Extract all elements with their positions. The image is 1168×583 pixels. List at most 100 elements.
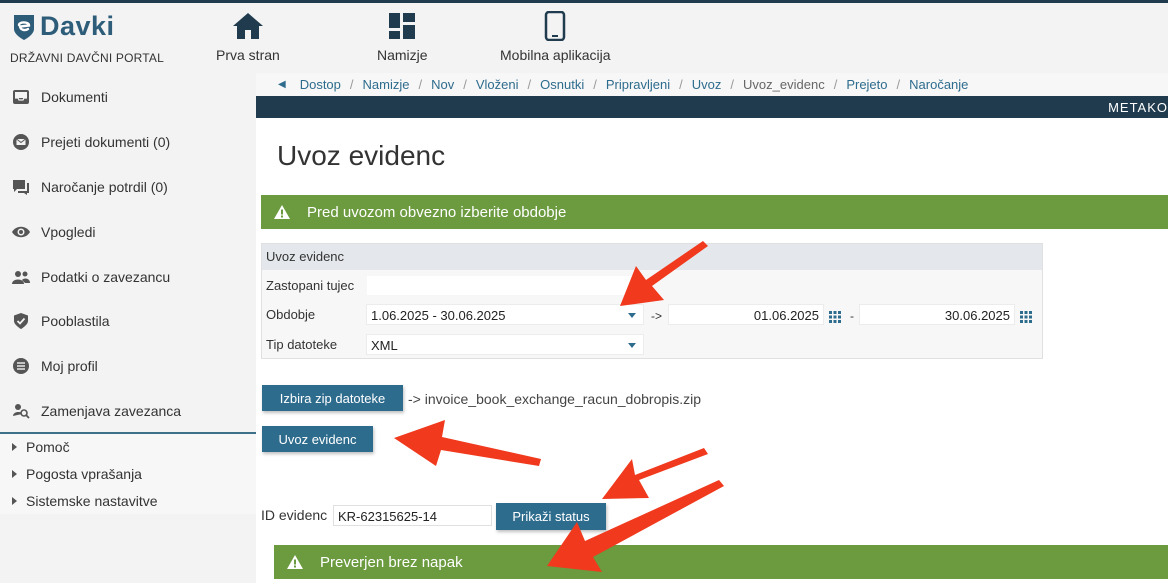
dashboard-icon xyxy=(389,13,416,39)
sidebar-item-label: Podatki o zavezancu xyxy=(41,269,171,285)
select-value: 1.06.2025 - 30.06.2025 xyxy=(371,308,506,323)
sidebar-link-label: Sistemske nastavitve xyxy=(26,493,158,509)
breadcrumb-item[interactable]: Pripravljeni xyxy=(606,77,670,92)
sidebar-link-pomoc[interactable]: Pomoč xyxy=(12,439,70,455)
import-evidenc-button[interactable]: Uvoz evidenc xyxy=(262,426,373,452)
annotation-arrow-icon xyxy=(602,448,708,499)
alert-verified: Preverjen brez napak xyxy=(274,545,1168,579)
chevron-down-icon xyxy=(628,343,636,348)
inbox-icon xyxy=(11,87,31,107)
brand-name: Davki xyxy=(40,11,115,41)
sidebar-item-moj-profil[interactable]: Moj profil xyxy=(0,344,256,388)
caret-right-icon xyxy=(12,470,17,478)
context-bar-text: METAKO xyxy=(1108,100,1168,115)
breadcrumb-current: Uvoz_evidenc xyxy=(743,77,825,92)
breadcrumb-separator: / xyxy=(418,77,423,92)
list-icon xyxy=(11,356,31,376)
alert-text: Pred uvozom obvezno izberite obdobje xyxy=(307,203,567,221)
sidebar-item-pooblastila[interactable]: Pooblastila xyxy=(0,299,256,343)
select-value: XML xyxy=(371,338,398,353)
sidebar-item-label: Vpogledi xyxy=(41,224,96,240)
sidebar-item-prejeti-dokumenti[interactable]: Prejeti dokumenti (0) xyxy=(0,120,256,164)
breadcrumb-item[interactable]: Namizje xyxy=(363,77,410,92)
date-to-input[interactable]: 30.06.2025 xyxy=(859,304,1015,325)
nav-mobilna-aplikacija[interactable]: Mobilna aplikacija xyxy=(500,11,611,63)
id-evidenc-value: KR-62315625-14 xyxy=(338,509,438,524)
home-icon xyxy=(232,13,263,39)
nav-label: Prva stran xyxy=(216,47,280,63)
selected-zip-file: -> invoice_book_exchange_racun_dobropis.… xyxy=(408,391,702,407)
breadcrumb-separator: / xyxy=(593,77,597,92)
show-status-button[interactable]: Prikaži status xyxy=(496,503,606,530)
mail-icon xyxy=(11,132,31,152)
label-obdobje: Obdobje xyxy=(266,307,316,322)
header: Davki DRŽAVNI DAVČNI PORTAL Prva stran N… xyxy=(0,3,1168,73)
caret-right-icon xyxy=(12,497,17,505)
alert-select-period: Pred uvozom obvezno izberite obdobje xyxy=(261,195,1168,229)
breadcrumb-separator: / xyxy=(463,77,467,92)
sidebar-item-label: Naročanje potrdil (0) xyxy=(41,179,168,195)
logo[interactable]: Davki xyxy=(12,11,115,42)
breadcrumb-item[interactable]: Prejeto xyxy=(846,77,887,92)
chat-icon xyxy=(11,177,31,197)
page-title: Uvoz evidenc xyxy=(277,140,446,171)
breadcrumb-separator: / xyxy=(679,77,683,92)
zip-file-button[interactable]: Izbira zip datoteke xyxy=(262,385,403,411)
select-tip-datoteke[interactable]: XML xyxy=(366,334,644,355)
breadcrumb-separator: / xyxy=(730,77,735,92)
breadcrumb-item[interactable]: Nov xyxy=(431,77,454,92)
breadcrumb-item[interactable]: Dostop xyxy=(300,77,341,92)
date-from-input[interactable]: 01.06.2025 xyxy=(668,304,824,325)
breadcrumb-item[interactable]: Uvoz xyxy=(692,77,722,92)
sidebar-link-pogosta-vprasanja[interactable]: Pogosta vprašanja xyxy=(12,466,142,482)
breadcrumb-item[interactable]: Naročanje xyxy=(909,77,968,92)
annotation-arrow-icon xyxy=(394,420,541,466)
nav-label: Mobilna aplikacija xyxy=(500,47,611,63)
label-tip-datoteke: Tip datoteke xyxy=(266,337,338,352)
caret-right-icon xyxy=(12,443,17,451)
nav-prva-stran[interactable]: Prva stran xyxy=(216,11,280,63)
shield-check-icon xyxy=(11,311,31,331)
sidebar-item-zamenjava-zavezanca[interactable]: Zamenjava zavezanca xyxy=(0,389,256,433)
sidebar-item-label: Moj profil xyxy=(41,358,98,374)
eye-icon xyxy=(11,222,31,242)
breadcrumb-separator: / xyxy=(349,77,354,92)
breadcrumb-item[interactable]: Osnutki xyxy=(540,77,584,92)
select-obdobje[interactable]: 1.06.2025 - 30.06.2025 xyxy=(366,304,644,325)
import-form: Uvoz evidenc Zastopani tujec Obdobje 1.0… xyxy=(261,243,1043,359)
breadcrumb-separator: / xyxy=(896,77,901,92)
davki-logo-icon xyxy=(14,14,34,40)
breadcrumb-item[interactable]: Vloženi xyxy=(476,77,519,92)
sidebar-link-sistemske-nastavitve[interactable]: Sistemske nastavitve xyxy=(12,493,158,509)
sidebar-item-podatki-o-zavezancu[interactable]: Podatki o zavezancu xyxy=(0,255,256,299)
select-zastopani-tujec[interactable] xyxy=(366,275,644,296)
sidebar-item-vpogledi[interactable]: Vpogledi xyxy=(0,210,256,254)
sidebar-item-label: Zamenjava zavezanca xyxy=(41,403,182,419)
id-evidenc-label: ID evidenc xyxy=(261,507,328,523)
breadcrumb: ◀ Dostop / Namizje / Nov / Vloženi / Osnutki… xyxy=(256,73,1168,96)
label-zastopani-tujec: Zastopani tujec xyxy=(266,278,355,293)
range-dash: - xyxy=(850,309,854,323)
calendar-icon[interactable] xyxy=(1020,311,1032,323)
chevron-down-icon xyxy=(628,313,636,318)
brand-subtitle: DRŽAVNI DAVČNI PORTAL xyxy=(10,51,165,65)
breadcrumb-separator: / xyxy=(527,77,532,92)
warning-icon xyxy=(274,205,290,219)
nav-namizje[interactable]: Namizje xyxy=(377,11,428,63)
alert-text: Preverjen brez napak xyxy=(320,553,463,571)
sidebar-item-dokumenti[interactable]: Dokumenti xyxy=(0,75,256,119)
sidebar-item-narocanje-potrdil[interactable]: Naročanje potrdil (0) xyxy=(0,165,256,209)
users-icon xyxy=(11,267,31,287)
sidebar-link-label: Pogosta vprašanja xyxy=(26,466,142,482)
breadcrumb-back-icon[interactable]: ◀ xyxy=(278,79,286,90)
sidebar-item-label: Dokumenti xyxy=(41,89,108,105)
form-header: Uvoz evidenc xyxy=(262,244,1042,270)
context-bar: METAKO xyxy=(256,96,1168,118)
calendar-icon[interactable] xyxy=(829,311,841,323)
range-arrow: -> xyxy=(651,309,663,323)
id-evidenc-input[interactable]: KR-62315625-14 xyxy=(333,505,492,526)
mobile-phone-icon xyxy=(545,11,566,41)
sidebar-item-label: Prejeti dokumenti (0) xyxy=(41,134,171,150)
user-search-icon xyxy=(11,401,31,421)
date-value: 01.06.2025 xyxy=(753,308,819,323)
